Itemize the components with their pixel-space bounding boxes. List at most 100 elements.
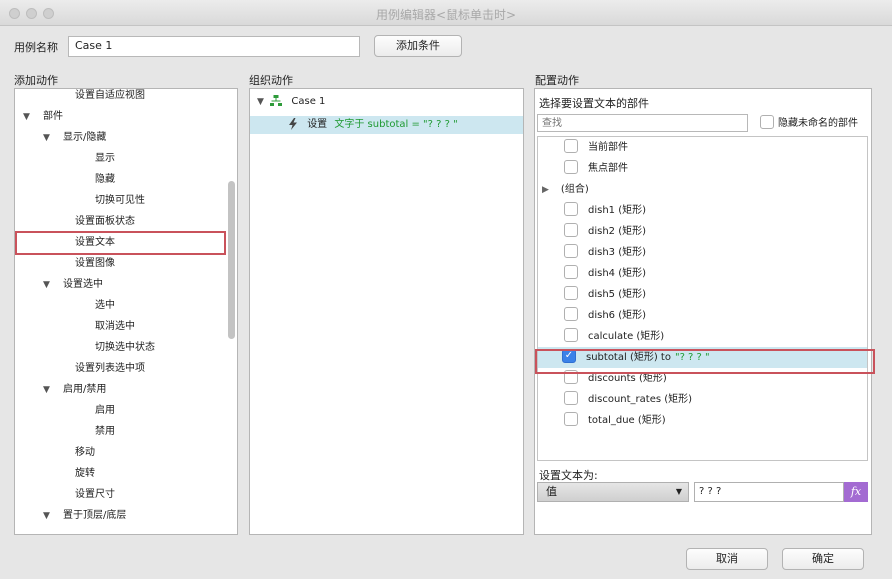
title-bar: 用例编辑器<鼠标单击时> — [0, 0, 892, 26]
widget-row[interactable]: dish3 (矩形) — [540, 242, 646, 263]
widget-checkbox[interactable] — [564, 265, 578, 279]
set-text-type-select[interactable]: 值 ▼ — [537, 482, 689, 502]
action-item[interactable]: 移动 — [55, 443, 95, 463]
widget-row[interactable]: dish2 (矩形) — [540, 221, 646, 242]
widget-checkbox[interactable] — [564, 223, 578, 237]
action-item-label: 设置图像 — [75, 258, 115, 269]
action-item-label: 隐藏 — [95, 174, 115, 185]
set-text-highlight — [15, 231, 226, 255]
widget-checkbox[interactable] — [564, 160, 578, 174]
case-name-label: 用例名称 — [14, 41, 58, 54]
action-item[interactable]: 旋转 — [55, 464, 95, 484]
widget-search-input[interactable] — [537, 114, 748, 132]
expand-arrow-icon[interactable]: ▼ — [43, 128, 53, 148]
action-item-label: 显示/隐藏 — [63, 132, 107, 143]
widget-row[interactable]: dish6 (矩形) — [540, 305, 646, 326]
widget-checkbox[interactable] — [564, 202, 578, 216]
action-item-label: 置于顶层/底层 — [63, 510, 127, 521]
action-item[interactable]: 设置列表选中项 — [55, 359, 145, 379]
action-item-label: 移动 — [75, 447, 95, 458]
action-item[interactable]: 隐藏 — [75, 170, 115, 190]
fx-button[interactable]: fx — [844, 482, 868, 502]
action-item[interactable]: 设置面板状态 — [55, 212, 135, 232]
widget-checkbox[interactable] — [564, 286, 578, 300]
action-prefix: 设置 — [307, 119, 328, 130]
action-item[interactable]: ▼ 置于顶层/底层 — [43, 506, 126, 526]
action-item[interactable]: ▼ 设置选中 — [43, 275, 103, 295]
type-select-value: 值 — [546, 485, 557, 498]
action-tree-panel: 设置自适应视图 ▼ 部件 ▼ 显示/隐藏 显示 隐藏 切换可见性 设置面板状态 设置文本 设置图像 ▼… — [14, 88, 238, 535]
lightning-icon — [289, 118, 297, 130]
case-tree-icon — [270, 95, 283, 106]
action-item[interactable]: 设置自适应视图 — [55, 89, 145, 106]
action-item[interactable]: 显示 — [75, 149, 115, 169]
widget-row[interactable]: dish4 (矩形) — [540, 263, 646, 284]
dropdown-arrow-icon: ▼ — [675, 487, 682, 496]
widget-label: 当前部件 — [588, 142, 628, 153]
widget-row[interactable]: calculate (矩形) — [540, 326, 664, 347]
hide-unnamed-toggle[interactable]: 隐藏未命名的部件 — [760, 115, 858, 132]
case-node[interactable]: ▼ Case 1 — [257, 94, 325, 110]
action-detail: 文字于 subtotal = "? ? ? " — [334, 119, 458, 130]
widget-group-row[interactable]: ▶ (组合) — [540, 179, 589, 200]
organize-action-heading: 组织动作 — [249, 74, 293, 87]
case-label: Case 1 — [291, 96, 326, 107]
expand-arrow-icon[interactable]: ▼ — [23, 107, 33, 127]
add-condition-button[interactable]: 添加条件 — [374, 35, 462, 57]
expand-arrow-icon[interactable]: ▼ — [43, 380, 53, 400]
widget-label: dish4 (矩形) — [588, 268, 647, 279]
action-item[interactable]: 切换可见性 — [75, 191, 145, 211]
widget-checkbox[interactable] — [564, 307, 578, 321]
widget-row[interactable]: dish5 (矩形) — [540, 284, 646, 305]
action-tree-scrollbar[interactable] — [228, 181, 235, 339]
expand-arrow-icon[interactable]: ▶ — [542, 185, 549, 195]
action-item-label: 切换选中状态 — [95, 342, 155, 353]
widget-row[interactable]: 焦点部件 — [540, 158, 628, 179]
action-item[interactable]: 选中 — [75, 296, 115, 316]
action-item[interactable]: ▼ 显示/隐藏 — [43, 128, 106, 148]
subtotal-highlight — [535, 349, 875, 374]
action-item-label: 切换可见性 — [95, 195, 145, 206]
widget-checkbox[interactable] — [564, 328, 578, 342]
expand-arrow-icon[interactable]: ▼ — [43, 275, 53, 295]
widget-checkbox[interactable] — [564, 139, 578, 153]
widget-checkbox[interactable] — [564, 412, 578, 426]
widget-checkbox[interactable] — [564, 391, 578, 405]
action-item-label: 设置尺寸 — [75, 489, 115, 500]
action-item[interactable]: 设置图像 — [55, 254, 115, 274]
action-item[interactable]: ▼ 启用/禁用 — [43, 380, 106, 400]
action-item[interactable]: 启用 — [75, 401, 115, 421]
widget-label: discounts (矩形) — [588, 373, 667, 384]
widget-label: discount_rates (矩形) — [588, 394, 693, 405]
expand-arrow-icon[interactable]: ▼ — [43, 506, 53, 526]
action-item[interactable]: 切换选中状态 — [75, 338, 155, 358]
widget-label: dish3 (矩形) — [588, 247, 647, 258]
set-text-label: 设置文本为: — [539, 469, 598, 482]
widget-label: calculate (矩形) — [588, 331, 665, 342]
select-widget-label: 选择要设置文本的部件 — [539, 97, 649, 110]
action-item-label: 取消选中 — [95, 321, 135, 332]
widget-row[interactable]: discount_rates (矩形) — [540, 389, 692, 410]
ok-button[interactable]: 确定 — [782, 548, 864, 570]
action-item-label: 设置自适应视图 — [75, 90, 145, 101]
expand-arrow-icon[interactable]: ▼ — [257, 94, 267, 110]
action-item-label: 选中 — [95, 300, 115, 311]
widget-row[interactable]: 当前部件 — [540, 137, 628, 158]
action-item-label: 禁用 — [95, 426, 115, 437]
widget-label: total_due (矩形) — [588, 415, 666, 426]
widget-row[interactable]: dish1 (矩形) — [540, 200, 646, 221]
widget-checkbox[interactable] — [564, 244, 578, 258]
action-item[interactable]: ▼ 部件 — [23, 107, 63, 127]
action-item[interactable]: 取消选中 — [75, 317, 135, 337]
action-item[interactable]: 禁用 — [75, 422, 115, 442]
window-title: 用例编辑器<鼠标单击时> — [375, 8, 517, 22]
widget-row[interactable]: total_due (矩形) — [540, 410, 666, 431]
widget-label: dish2 (矩形) — [588, 226, 647, 237]
action-item-label: 设置选中 — [63, 279, 103, 290]
set-text-value-input[interactable]: ? ? ? — [694, 482, 844, 502]
case-name-input[interactable]: Case 1 — [68, 36, 360, 57]
add-action-heading: 添加动作 — [14, 74, 58, 87]
cancel-button[interactable]: 取消 — [686, 548, 768, 570]
action-item[interactable]: 设置尺寸 — [55, 485, 115, 505]
hide-unnamed-checkbox[interactable] — [760, 115, 774, 129]
